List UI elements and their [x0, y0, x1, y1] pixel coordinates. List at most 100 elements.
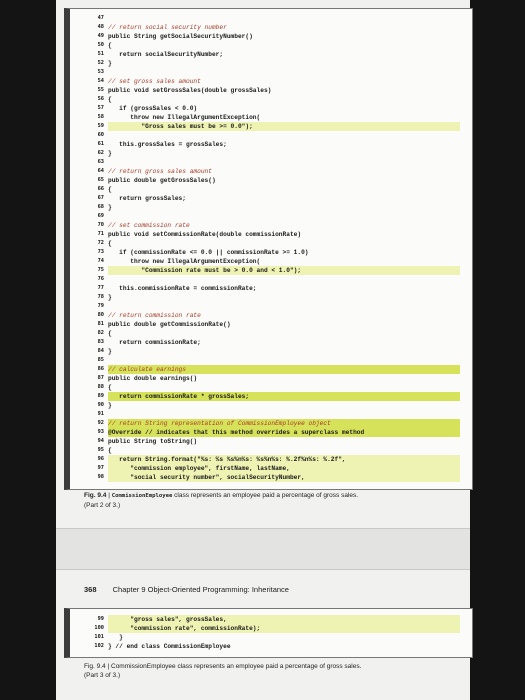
code-line: {	[108, 96, 112, 103]
line-number: 69	[97, 213, 104, 219]
line-number: 90	[97, 402, 104, 408]
line-number: 58	[97, 114, 104, 120]
code-line: {	[108, 240, 112, 247]
chapter-title: Object-Oriented Programming: Inheritance	[147, 585, 289, 594]
code-line: // return social security number	[108, 24, 227, 31]
code-line: this.commissionRate = commissionRate;	[108, 285, 257, 292]
line-number: 65	[97, 177, 104, 183]
code-line: "commission rate", commissionRate);	[108, 624, 460, 633]
code-line: // calculate earnings	[108, 365, 460, 374]
line-number: 68	[97, 204, 104, 210]
code-line: throw new IllegalArgumentException(	[108, 258, 261, 265]
line-number: 52	[97, 60, 104, 66]
code-line: {	[108, 330, 112, 337]
figure-caption-part3: Fig. 9.4 | CommissionEmployee class repr…	[84, 663, 362, 679]
code-line: if (grossSales < 0.0)	[108, 105, 198, 112]
line-number: 101	[94, 634, 104, 640]
code-line: public double earnings()	[108, 375, 198, 382]
code-line: }	[108, 60, 112, 67]
line-number: 56	[97, 96, 104, 102]
line-number: 97	[97, 465, 104, 471]
code-line: "social security number", socialSecurity…	[108, 473, 460, 482]
chapter-label: Chapter 9	[112, 585, 146, 594]
page-header: 368 Chapter 9 Object-Oriented Programmin…	[84, 585, 454, 594]
line-number: 59	[97, 123, 104, 129]
line-number: 86	[97, 366, 104, 372]
code-line: return grossSales;	[108, 195, 186, 202]
code-line: public double getGrossSales()	[108, 177, 216, 184]
code-line: }	[108, 634, 123, 641]
line-number: 96	[97, 456, 104, 462]
line-number: 64	[97, 168, 104, 174]
line-numbers-part3: 99 100 101 102	[82, 615, 104, 651]
code-line: public void setCommissionRate(double com…	[108, 231, 302, 238]
figure-part-label: (Part 3 of 3.)	[84, 672, 121, 679]
code-line: {	[108, 42, 112, 49]
code-line: @Override // indicates that this method …	[108, 428, 460, 437]
code-line: {	[108, 186, 112, 193]
code-line: "Gross sales must be >= 0.0");	[108, 122, 460, 131]
code-line: public void setGrossSales(double grossSa…	[108, 87, 272, 94]
line-number: 61	[97, 141, 104, 147]
line-number: 54	[97, 78, 104, 84]
line-number: 66	[97, 186, 104, 192]
code-line: }	[108, 204, 112, 211]
figure-label: Fig. 9.4	[84, 492, 107, 499]
code-text-part2: // return social security number public S…	[108, 14, 460, 482]
line-number: 57	[97, 105, 104, 111]
code-line: "Commission rate must be > 0.0 and < 1.0…	[108, 266, 460, 275]
code-line: // return String representation of Commi…	[108, 419, 460, 428]
line-number: 72	[97, 240, 104, 246]
code-line: public String getSocialSecurityNumber()	[108, 33, 253, 40]
line-number: 53	[97, 69, 104, 75]
page-break	[56, 528, 470, 570]
line-number: 67	[97, 195, 104, 201]
line-number: 79	[97, 303, 104, 309]
line-number: 76	[97, 276, 104, 282]
line-number: 100	[94, 625, 104, 631]
line-numbers-part2: 47 48 49 50 51 52 53 54 55 56 57 58 59 60 61 62 63 64 65 66…	[82, 14, 104, 482]
code-line: }	[108, 402, 112, 409]
code-line: "gross sales", grossSales,	[108, 615, 460, 624]
line-number: 48	[97, 24, 104, 30]
figure-class-name: CommissionEmployee	[111, 663, 176, 670]
code-line: throw new IllegalArgumentException(	[108, 114, 261, 121]
code-line: public double getCommissionRate()	[108, 321, 231, 328]
line-number: 102	[94, 643, 104, 649]
line-number: 49	[97, 33, 104, 39]
line-number: 60	[97, 132, 104, 138]
page-number: 368	[84, 585, 97, 594]
code-line: }	[108, 348, 112, 355]
code-line: // set commission rate	[108, 222, 190, 229]
line-number: 51	[97, 51, 104, 57]
line-number: 93	[97, 429, 104, 435]
code-line: return String.format("%s: %s %s%n%s: %s%…	[108, 455, 460, 464]
line-number: 77	[97, 285, 104, 291]
line-number: 94	[97, 438, 104, 444]
line-number: 73	[97, 249, 104, 255]
line-number: 91	[97, 411, 104, 417]
code-line: return commissionRate * grossSales;	[108, 392, 460, 401]
code-line: // return commission rate	[108, 312, 201, 319]
code-line: {	[108, 384, 112, 391]
figure-caption-text: class represents an employee paid a perc…	[177, 663, 362, 670]
line-number: 87	[97, 375, 104, 381]
code-line: this.grossSales = grossSales;	[108, 141, 227, 148]
figure-caption-text: class represents an employee paid a perc…	[174, 492, 359, 499]
line-number: 62	[97, 150, 104, 156]
code-line: } // end class CommissionEmployee	[108, 643, 231, 650]
code-line: if (commissionRate <= 0.0 || commissionR…	[108, 249, 309, 256]
line-number: 74	[97, 258, 104, 264]
code-line: {	[108, 447, 112, 454]
line-number: 50	[97, 42, 104, 48]
code-line: }	[108, 294, 112, 301]
line-number: 82	[97, 330, 104, 336]
code-text-part3: "gross sales", grossSales, "commission r…	[108, 615, 460, 651]
line-number: 75	[97, 267, 104, 273]
